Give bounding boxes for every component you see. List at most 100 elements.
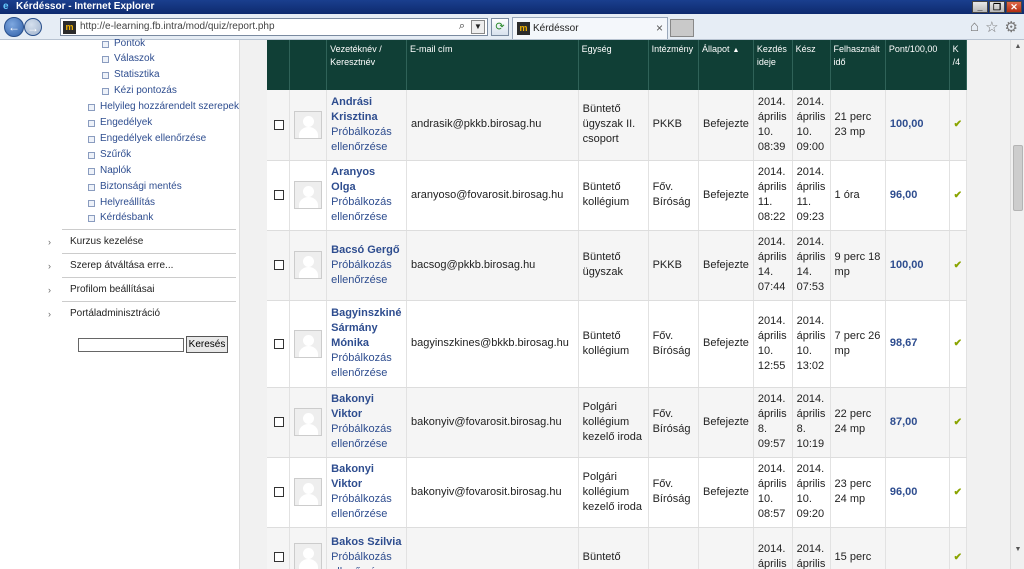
user-avatar[interactable] <box>294 543 323 569</box>
user-name-link[interactable]: Aranyos Olga <box>331 165 402 195</box>
scrollbar-thumb[interactable] <box>1013 145 1023 211</box>
row-email: bacsog@pkkb.birosag.hu <box>406 230 579 301</box>
review-attempt-link[interactable]: Próbálkozás ellenőrzése <box>331 550 402 569</box>
header-status[interactable]: Állapot ▲ <box>698 40 754 90</box>
user-avatar[interactable] <box>294 329 323 358</box>
row-checkbox[interactable] <box>274 119 284 130</box>
sidebar-item-engedelyek[interactable]: Engedélyek <box>87 117 152 128</box>
user-avatar[interactable] <box>294 251 323 279</box>
sidebar-item-kerdesbank[interactable]: Kérdésbank <box>87 212 153 223</box>
header-unit[interactable]: Egység <box>578 40 649 90</box>
admin-sidebar: Pontok Válaszok Statisztika Kézi pontozá… <box>0 38 240 569</box>
sidebar-item-szurok[interactable]: Szűrők <box>87 149 131 160</box>
header-time-used[interactable]: Felhasznált idő <box>830 40 886 90</box>
sidebar-block-kurzus[interactable]: › Kurzus kezelése <box>48 229 236 253</box>
gear-icon[interactable]: ⚙ <box>1005 18 1018 36</box>
row-checkbox[interactable] <box>274 190 284 200</box>
browser-tab[interactable]: m Kérdéssor × <box>512 17 668 39</box>
user-avatar[interactable] <box>294 110 323 139</box>
sidebar-item-engedelyek-ellenorzese[interactable]: Engedélyek ellenőrzése <box>87 133 206 144</box>
close-tab-icon[interactable]: × <box>656 21 663 35</box>
review-attempt-link[interactable]: Próbálkozás ellenőrzése <box>331 351 402 381</box>
sidebar-search-button[interactable]: Keresés <box>186 336 228 353</box>
address-url: http://e-learning.fb.intra/mod/quiz/repo… <box>80 21 275 32</box>
review-attempt-link[interactable]: Próbálkozás ellenőrzése <box>331 195 402 225</box>
sidebar-item-szerepek[interactable]: Helyileg hozzárendelt szerepek <box>88 101 239 112</box>
review-attempt-link[interactable]: Próbálkozás ellenőrzése <box>331 258 402 288</box>
scroll-down-icon[interactable]: ▼ <box>1013 545 1023 555</box>
sidebar-subitem-valaszok[interactable]: Válaszok <box>102 53 155 64</box>
row-institution: Főv. Bíróság <box>648 300 700 388</box>
row-name-cell: Bakonyi Viktor Próbálkozás ellenőrzése <box>326 387 407 458</box>
row-checkbox[interactable] <box>274 487 284 497</box>
grade-link[interactable]: 100,00 <box>890 118 924 130</box>
vertical-scrollbar[interactable]: ▲ ▼ <box>1010 40 1024 569</box>
row-checkbox[interactable] <box>274 552 284 562</box>
grade-link[interactable]: 96,00 <box>890 189 918 201</box>
row-checkbox[interactable] <box>274 260 284 270</box>
sidebar-block-profil[interactable]: › Profilom beállításai <box>48 277 236 301</box>
address-bar[interactable]: m http://e-learning.fb.intra/mod/quiz/re… <box>60 18 488 36</box>
row-select-cell <box>267 230 291 301</box>
header-email[interactable]: E-mail cím <box>406 40 579 90</box>
forward-button[interactable]: → <box>24 18 42 36</box>
header-institution[interactable]: Intézmény <box>648 40 700 90</box>
user-name-link[interactable]: Bakonyi Viktor <box>331 462 402 492</box>
row-checkbox[interactable] <box>274 338 284 349</box>
user-avatar[interactable] <box>294 181 323 209</box>
grade-link[interactable]: 96,00 <box>890 486 918 498</box>
row-grade-cell: 96,00 <box>885 160 950 231</box>
header-done[interactable]: Kész <box>792 40 831 90</box>
review-attempt-link[interactable]: Próbálkozás ellenőrzése <box>331 125 402 155</box>
sidebar-subitem-statisztika[interactable]: Statisztika <box>102 69 160 80</box>
row-started: 2014. április 8. 09:57 <box>753 387 793 458</box>
row-email: bagyinszkines@bkkb.birosag.hu <box>406 300 579 388</box>
header-name[interactable]: Vezetéknév / Keresztnév <box>326 40 407 90</box>
user-name-link[interactable]: Andrási Krisztina <box>331 95 402 125</box>
user-name-link[interactable]: Bagyinszkiné Sármány Mónika <box>331 306 402 351</box>
ie-logo-icon: e <box>3 1 9 12</box>
sidebar-search-input[interactable] <box>78 338 184 352</box>
home-icon[interactable]: ⌂ <box>970 18 979 36</box>
user-name-link[interactable]: Bakonyi Viktor <box>331 392 402 422</box>
sidebar-subitem-pontok[interactable]: Pontok <box>101 38 145 49</box>
refresh-button[interactable]: ⟳ <box>491 18 509 36</box>
row-unit: Büntető ügyszak <box>578 230 649 301</box>
address-dropdown-button[interactable]: ▼ <box>471 20 485 34</box>
row-grade-cell: 98,67 <box>885 300 950 388</box>
user-name-link[interactable]: Bacsó Gergő <box>331 243 402 258</box>
row-time-used: 1 óra <box>830 160 886 231</box>
table-row: Bacsó Gergő Próbálkozás ellenőrzése bacsog… <box>267 230 967 301</box>
sidebar-block-szerep[interactable]: › Szerep átváltása erre... <box>48 253 236 277</box>
row-checkbox[interactable] <box>274 417 284 427</box>
table-header-row: Vezetéknév / Keresztnév E-mail cím Egysé… <box>267 40 967 90</box>
header-grade[interactable]: Pont/100,00 <box>885 40 950 90</box>
grade-link[interactable]: 100,00 <box>890 259 924 271</box>
search-icon[interactable]: ⌕ <box>459 20 465 33</box>
row-picture-cell <box>289 90 328 161</box>
user-avatar[interactable] <box>294 408 323 436</box>
restore-button[interactable]: ❐ <box>989 1 1005 13</box>
sidebar-item-helyreallitas[interactable]: Helyreállítás <box>87 197 155 208</box>
review-attempt-link[interactable]: Próbálkozás ellenőrzése <box>331 492 402 522</box>
header-next[interactable]: K /4 <box>949 40 967 90</box>
sidebar-block-portal[interactable]: › Portáladminisztráció <box>48 301 236 325</box>
grade-link[interactable]: 87,00 <box>890 416 918 428</box>
user-avatar[interactable] <box>294 478 323 506</box>
header-started[interactable]: Kezdés ideje <box>753 40 793 90</box>
scroll-up-icon[interactable]: ▲ <box>1013 42 1023 52</box>
sidebar-item-naplok[interactable]: Naplók <box>87 165 131 176</box>
favorites-star-icon[interactable]: ☆ <box>985 18 998 36</box>
review-attempt-link[interactable]: Próbálkozás ellenőrzése <box>331 422 402 452</box>
row-next-cell: ✔ <box>949 527 967 569</box>
table-row: Bakos SzilviaPróbálkozás ellenőrzése Bünt… <box>267 527 967 569</box>
minimize-button[interactable]: _ <box>972 1 988 13</box>
close-window-button[interactable]: ✕ <box>1006 1 1022 13</box>
grade-link[interactable]: 98,67 <box>890 337 918 349</box>
sidebar-item-biztonsagi-mentes[interactable]: Biztonsági mentés <box>88 181 182 192</box>
new-tab-button[interactable] <box>670 19 694 37</box>
user-name-link[interactable]: Bakos Szilvia <box>331 535 402 550</box>
row-next-cell: ✔ <box>949 300 967 388</box>
back-button[interactable]: ← <box>4 17 24 37</box>
sidebar-subitem-kezi-pontozas[interactable]: Kézi pontozás <box>102 85 177 96</box>
